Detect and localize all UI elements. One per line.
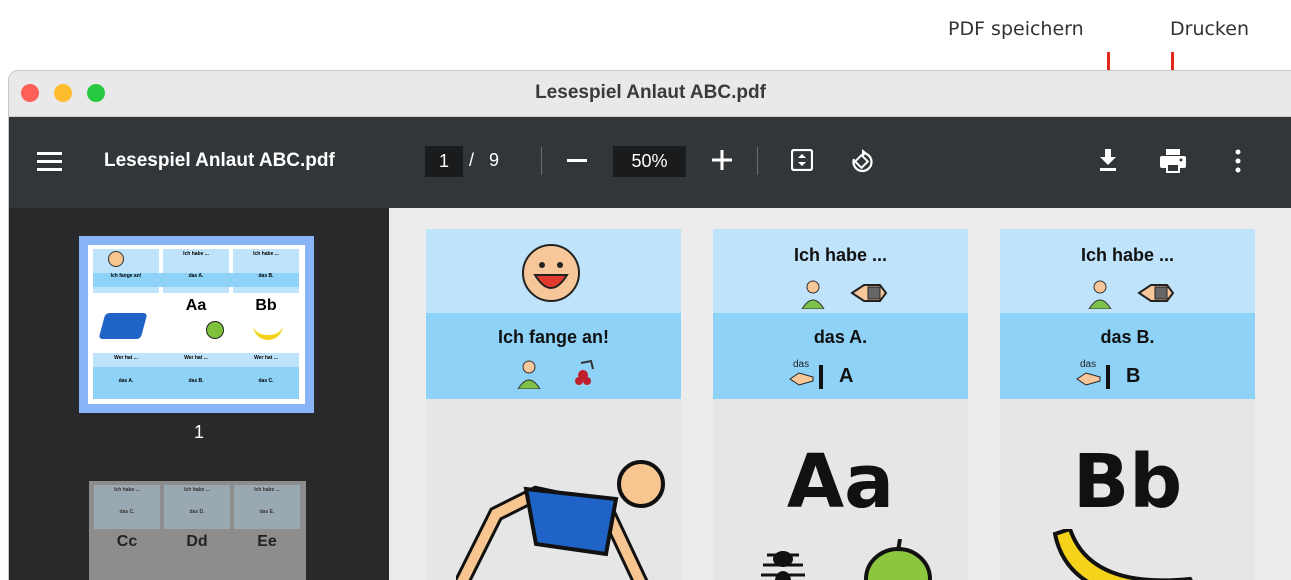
card-top-band [426, 229, 681, 313]
game-card: Ich habe ... das A. das A Aa [713, 229, 968, 580]
card-letter-mark: A [839, 365, 854, 387]
smiley-icon [521, 243, 581, 303]
pointing-hand-icon [1076, 371, 1102, 387]
ant-icon [753, 541, 813, 580]
card-top-text: Ich habe ... [1080, 245, 1175, 265]
card-top-band: Ich habe ... [713, 229, 968, 313]
thumb-text: Wer hat ... [184, 355, 208, 361]
print-annotation: Drucken [1170, 18, 1249, 40]
thumb-text: Ich habe ... [183, 251, 209, 257]
card-mid-band: das B. das B [1000, 313, 1255, 399]
thumb-text: das C. [258, 378, 274, 384]
thumbnail-page-label: 1 [193, 422, 204, 442]
menu-icon[interactable] [37, 151, 62, 171]
thumb-text: Wer hat ... [114, 355, 138, 361]
card-mid-band: Ich fange an! [426, 313, 681, 399]
thumb-text: Ich fange an! [110, 273, 142, 279]
banana-icon [1050, 526, 1200, 580]
fit-page-icon[interactable] [790, 148, 814, 172]
rotate-icon[interactable] [848, 147, 876, 175]
zoom-in-button[interactable] [712, 150, 732, 170]
thumb-text: das A. [188, 273, 204, 279]
thumbnail-sidebar: Ich fange an! Ich habe ... das A. Ich ha… [9, 208, 389, 580]
card-big-letter: Bb [1072, 439, 1183, 525]
thumb-text: Ich habe ... [254, 487, 280, 493]
thumb-letter: Aa [185, 297, 207, 314]
more-options-icon[interactable] [1235, 149, 1241, 173]
thumb-text: das A. [118, 378, 134, 384]
divider [757, 147, 758, 175]
thumb-letter: Bb [255, 297, 277, 314]
zoom-out-button[interactable] [567, 159, 587, 162]
game-card: Ich habe ... das B. das B Bb [1000, 229, 1255, 580]
person-icon [516, 359, 542, 390]
total-pages: 9 [489, 150, 500, 170]
thumb-letter: Ee [257, 533, 277, 550]
page-separator: / [469, 150, 475, 170]
card-mid-text: das B. [1100, 327, 1155, 347]
thumb-text: Wer hat ... [254, 355, 278, 361]
print-icon[interactable] [1159, 148, 1187, 174]
card-letter-mark: B [1126, 365, 1141, 387]
thumb-text: Ich habe ... [184, 487, 210, 493]
apple-icon [863, 538, 933, 580]
hand-holding-icon [850, 281, 888, 305]
card-top-text: Ich habe ... [793, 245, 888, 265]
thumb-text: das B. [188, 378, 204, 384]
pointing-hand-icon [789, 371, 815, 387]
bar-mark [1106, 365, 1110, 389]
card-small-text: das [1080, 359, 1097, 370]
thumb-text: Ich habe ... [253, 251, 279, 257]
card-big-letter: Aa [786, 439, 895, 525]
title-bar: Lesespiel Anlaut ABC.pdf [9, 71, 1291, 117]
thumb-text: das E. [259, 509, 275, 515]
card-mid-text: das A. [813, 327, 868, 347]
bar-mark [819, 365, 823, 389]
thumbnail-page-2[interactable]: Ich habe ... Ich habe ... Ich habe ... d… [89, 481, 306, 580]
runner-illustration [454, 454, 676, 580]
card-top-band: Ich habe ... [1000, 229, 1255, 313]
zoom-level-input[interactable]: 50% [613, 146, 686, 177]
page-number-input[interactable]: 1 [425, 146, 463, 177]
pdf-window: Lesespiel Anlaut ABC.pdf Lesespiel Anlau… [8, 70, 1291, 580]
document-view: Ich fange an! Ich habe ... das A. das A … [389, 208, 1291, 580]
window-title: Lesespiel Anlaut ABC.pdf [535, 82, 766, 103]
card-small-text: das [793, 359, 810, 370]
thumb-text: das D. [189, 509, 205, 515]
divider [541, 147, 542, 175]
hand-holding-icon [1137, 281, 1175, 305]
card-mid-band: das A. das A [713, 313, 968, 399]
thumb-text: das B. [258, 273, 274, 279]
grab-icon [561, 359, 597, 389]
thumb-letter: Dd [186, 533, 208, 550]
person-icon [1087, 279, 1113, 310]
person-icon [800, 279, 826, 310]
thumb-letter: Cc [116, 533, 138, 550]
game-card: Ich fange an! [426, 229, 681, 580]
thumb-text: das C. [119, 509, 135, 515]
pdf-toolbar: Lesespiel Anlaut ABC.pdf 1 / 9 50% [9, 117, 1291, 208]
thumbnail-page-1[interactable]: Ich fange an! Ich habe ... das A. Ich ha… [79, 236, 314, 413]
card-mid-text: Ich fange an! [497, 327, 609, 347]
save-annotation: PDF speichern [948, 18, 1084, 40]
document-title: Lesespiel Anlaut ABC.pdf [104, 150, 335, 171]
thumb-text: Ich habe ... [114, 487, 140, 493]
download-icon[interactable] [1098, 149, 1118, 171]
